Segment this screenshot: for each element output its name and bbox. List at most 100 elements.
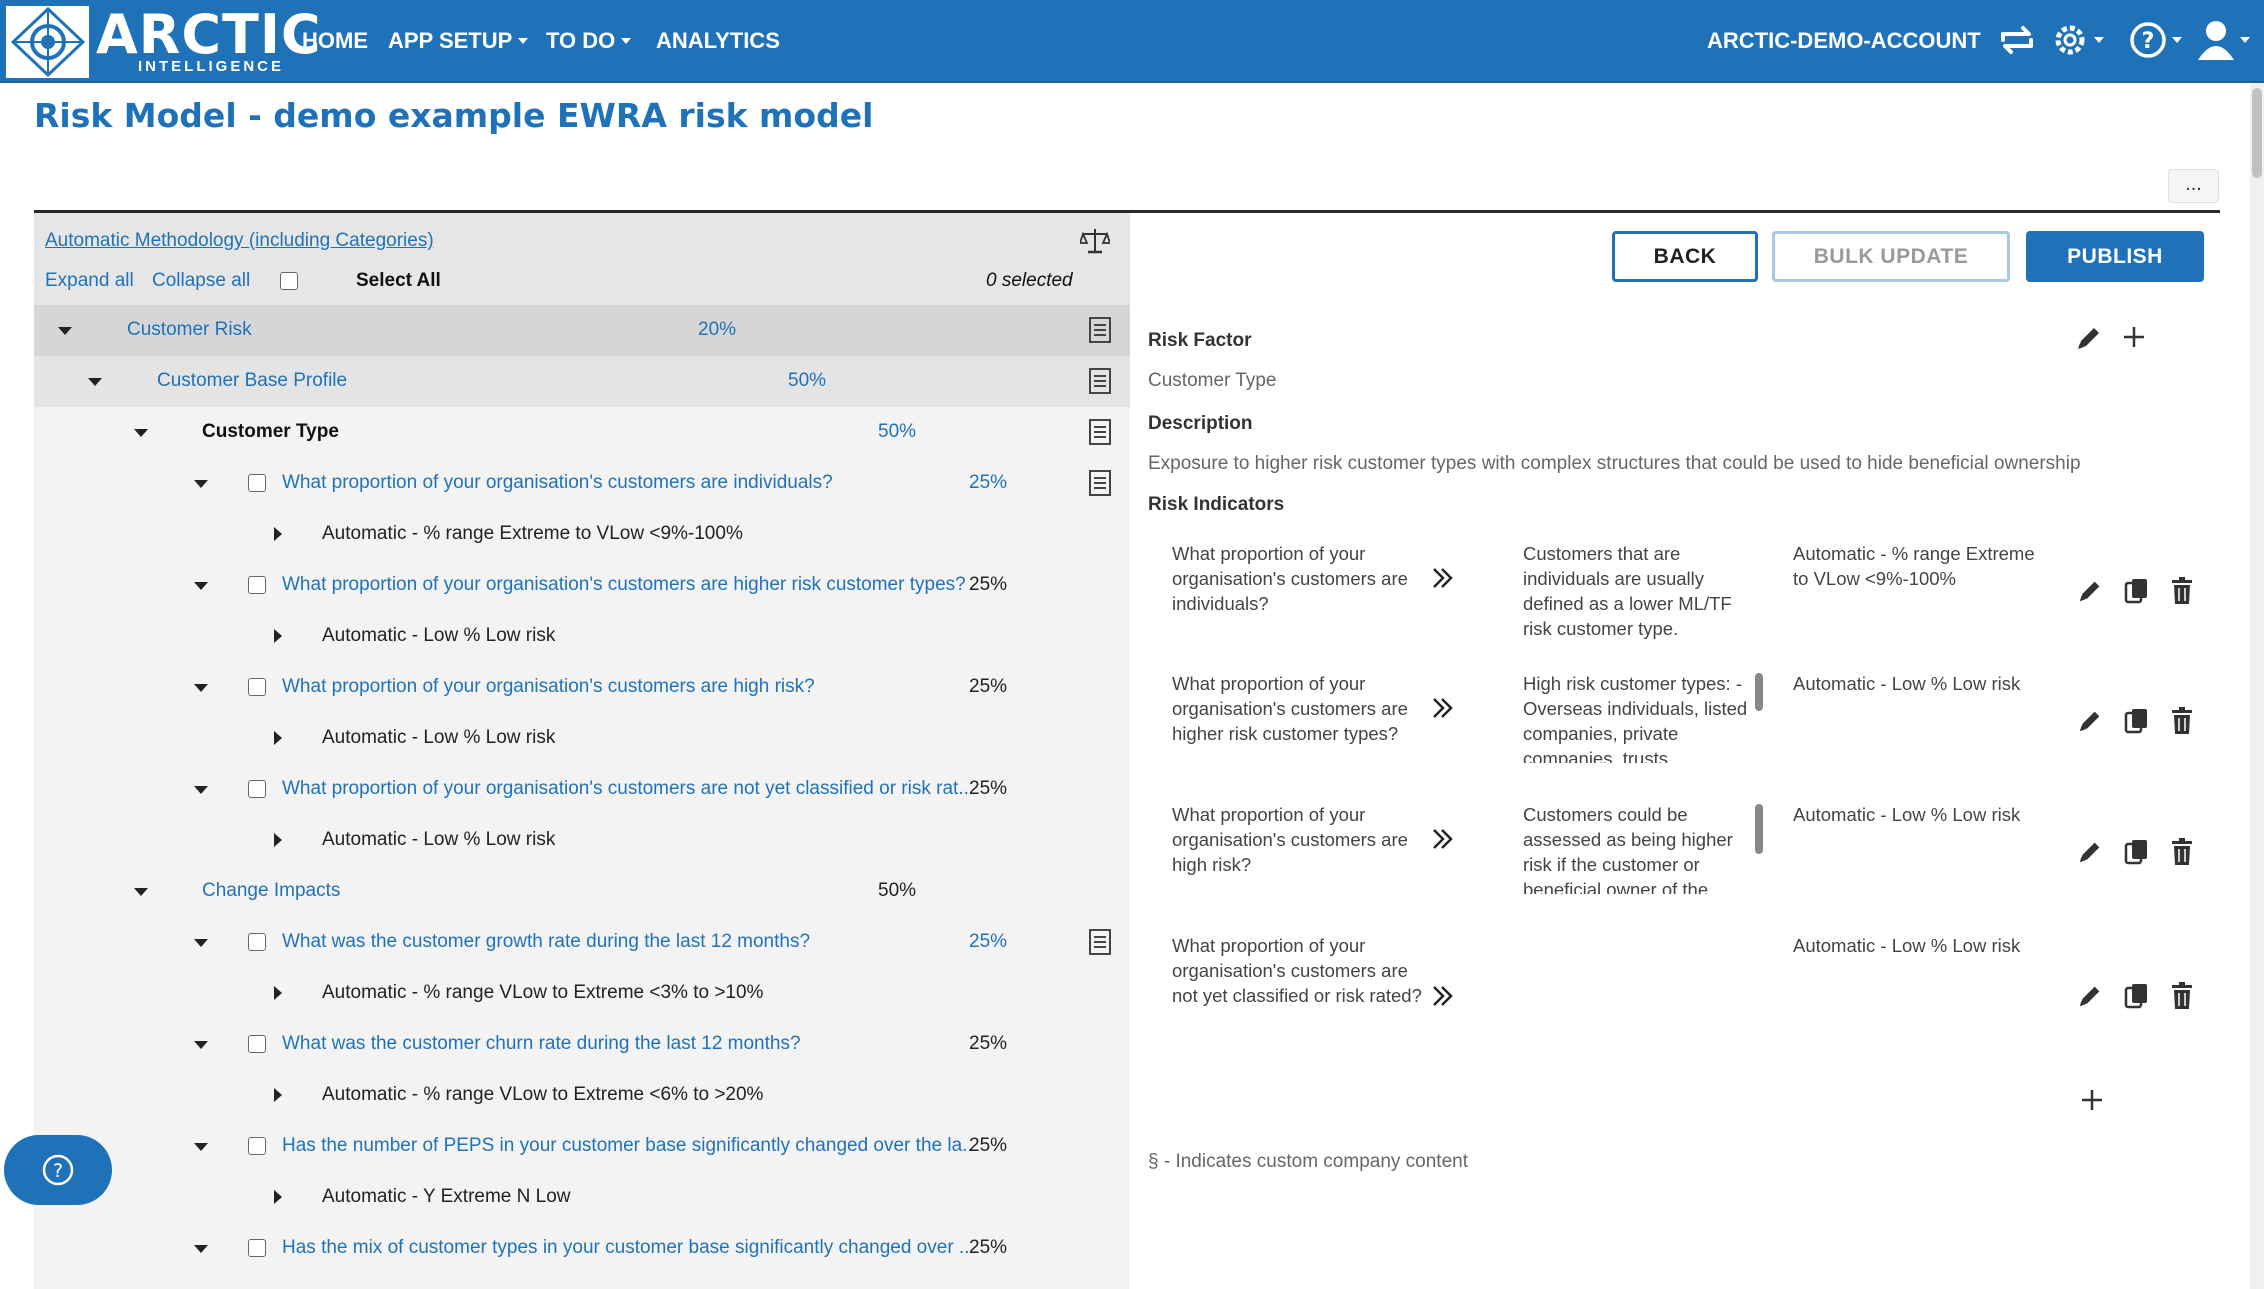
tree-row-customer-type[interactable]: Customer Type 50%	[34, 407, 1130, 458]
collapse-caret-icon[interactable]	[194, 1143, 208, 1151]
collapse-caret-icon[interactable]	[194, 582, 208, 590]
collapse-caret-icon[interactable]	[194, 939, 208, 947]
help-button[interactable]: ?	[4, 1135, 112, 1205]
double-chevron-right-icon[interactable]	[1430, 826, 1456, 857]
copy-icon[interactable]	[2124, 577, 2150, 610]
tree-row-method[interactable]: Automatic - Low % Low risk	[34, 815, 1130, 866]
row-checkbox[interactable]	[248, 933, 266, 951]
indicator-description[interactable]: Customers could be assessed as being hig…	[1523, 802, 1753, 894]
tree-row-customer-risk[interactable]: Customer Risk 20%	[34, 305, 1130, 356]
tree-row-indicator[interactable]: What proportion of your organisation's c…	[34, 560, 1130, 611]
tree-row-label[interactable]: What was the customer churn rate during …	[282, 1033, 1002, 1055]
row-checkbox[interactable]	[248, 1239, 266, 1257]
document-icon[interactable]	[1088, 316, 1112, 350]
nav-analytics[interactable]: ANALYTICS	[656, 28, 780, 54]
collapse-caret-icon[interactable]	[58, 327, 72, 335]
tree-row-label[interactable]: What proportion of your organisation's c…	[282, 574, 1002, 596]
switch-account-icon[interactable]	[1995, 18, 2039, 62]
row-checkbox[interactable]	[248, 780, 266, 798]
edit-icon[interactable]	[2076, 838, 2104, 871]
collapse-caret-icon[interactable]	[134, 888, 148, 896]
row-checkbox[interactable]	[248, 1137, 266, 1155]
double-chevron-right-icon[interactable]	[1430, 695, 1456, 726]
tree-row-label[interactable]: What proportion of your organisation's c…	[282, 778, 972, 800]
description-scrollbar[interactable]	[1755, 804, 1763, 854]
nav-app-setup[interactable]: APP SETUP	[388, 28, 529, 54]
trash-icon[interactable]	[2170, 707, 2194, 740]
row-checkbox[interactable]	[248, 1035, 266, 1053]
row-checkbox[interactable]	[248, 576, 266, 594]
more-options-button[interactable]: ...	[2168, 169, 2219, 203]
description-scrollbar[interactable]	[1755, 673, 1763, 711]
tree-row-label[interactable]: Customer Type	[202, 421, 339, 443]
expand-caret-icon[interactable]	[274, 1088, 282, 1102]
expand-caret-icon[interactable]	[274, 527, 282, 541]
expand-caret-icon[interactable]	[274, 731, 282, 745]
publish-button[interactable]: PUBLISH	[2026, 231, 2204, 282]
tree-row-method[interactable]: Automatic - Low % Low risk	[34, 713, 1130, 764]
collapse-caret-icon[interactable]	[194, 1041, 208, 1049]
nav-home[interactable]: HOME	[302, 28, 368, 54]
tree-row-method[interactable]: Automatic - % range VLow to Extreme <3% …	[34, 968, 1130, 1019]
expand-caret-icon[interactable]	[274, 629, 282, 643]
gear-icon[interactable]	[2050, 18, 2104, 62]
expand-all-link[interactable]: Expand all	[45, 270, 134, 292]
trash-icon[interactable]	[2170, 838, 2194, 871]
trash-icon[interactable]	[2170, 982, 2194, 1015]
double-chevron-right-icon[interactable]	[1430, 565, 1456, 596]
tree-row-label[interactable]: What proportion of your organisation's c…	[282, 676, 1002, 698]
indicator-description[interactable]: High risk customer types: - Overseas ind…	[1523, 671, 1753, 763]
logo-wordmark[interactable]: ARCTIC	[96, 8, 322, 62]
tree-row-label[interactable]: What proportion of your organisation's c…	[282, 472, 1002, 494]
collapse-caret-icon[interactable]	[194, 480, 208, 488]
document-icon[interactable]	[1088, 928, 1112, 962]
row-checkbox[interactable]	[248, 474, 266, 492]
collapse-all-link[interactable]: Collapse all	[152, 270, 250, 292]
back-button[interactable]: BACK	[1612, 231, 1758, 282]
tree-row-label[interactable]: Change Impacts	[202, 880, 340, 902]
select-all-checkbox[interactable]	[280, 272, 298, 290]
help-icon[interactable]: ?	[2128, 18, 2182, 62]
collapse-caret-icon[interactable]	[194, 786, 208, 794]
row-checkbox[interactable]	[248, 678, 266, 696]
add-indicator-icon[interactable]	[2078, 1086, 2106, 1119]
collapse-caret-icon[interactable]	[194, 1245, 208, 1253]
trash-icon[interactable]	[2170, 577, 2194, 610]
tree-row-indicator[interactable]: What proportion of your organisation's c…	[34, 458, 1130, 509]
nav-to-do[interactable]: TO DO	[546, 28, 632, 54]
window-scrollbar[interactable]	[2250, 83, 2264, 1289]
document-icon[interactable]	[1088, 418, 1112, 452]
tree-row-method[interactable]: Automatic - Low % Low risk	[34, 611, 1130, 662]
document-icon[interactable]	[1088, 367, 1112, 401]
tree-row-method[interactable]: Automatic - % range VLow to Extreme <6% …	[34, 1070, 1130, 1121]
tree-row-indicator[interactable]: What was the customer churn rate during …	[34, 1019, 1130, 1070]
scales-icon[interactable]	[1078, 227, 1112, 260]
tree-row-indicator[interactable]: What proportion of your organisation's c…	[34, 764, 1130, 815]
tree-row-change-impacts[interactable]: Change Impacts 50%	[34, 866, 1130, 917]
account-name[interactable]: ARCTIC-DEMO-ACCOUNT	[1707, 28, 1981, 54]
tree-row-label[interactable]: What was the customer growth rate during…	[282, 931, 1002, 953]
tree-row-indicator[interactable]: Has the mix of customer types in your cu…	[34, 1223, 1130, 1274]
tree-row-label[interactable]: Has the number of PEPS in your customer …	[282, 1135, 972, 1157]
collapse-caret-icon[interactable]	[134, 429, 148, 437]
expand-caret-icon[interactable]	[274, 986, 282, 1000]
methodology-link[interactable]: Automatic Methodology (including Categor…	[45, 230, 434, 252]
double-chevron-right-icon[interactable]	[1430, 983, 1456, 1014]
tree-row-label[interactable]: Customer Base Profile	[157, 370, 347, 392]
copy-icon[interactable]	[2124, 707, 2150, 740]
collapse-caret-icon[interactable]	[194, 684, 208, 692]
document-icon[interactable]	[1088, 469, 1112, 503]
edit-icon[interactable]	[2076, 707, 2104, 740]
expand-caret-icon[interactable]	[274, 1190, 282, 1204]
arctic-logo-icon[interactable]	[6, 6, 89, 78]
bulk-update-button[interactable]: BULK UPDATE	[1772, 231, 2010, 282]
edit-icon[interactable]	[2076, 982, 2104, 1015]
copy-icon[interactable]	[2124, 982, 2150, 1015]
edit-icon[interactable]	[2076, 577, 2104, 610]
tree-row-label[interactable]: Has the mix of customer types in your cu…	[282, 1237, 972, 1259]
copy-icon[interactable]	[2124, 838, 2150, 871]
window-scrollbar-thumb[interactable]	[2252, 88, 2262, 178]
tree-row-label[interactable]: Customer Risk	[127, 319, 252, 341]
tree-row-customer-base-profile[interactable]: Customer Base Profile 50%	[34, 356, 1130, 407]
expand-caret-icon[interactable]	[274, 833, 282, 847]
